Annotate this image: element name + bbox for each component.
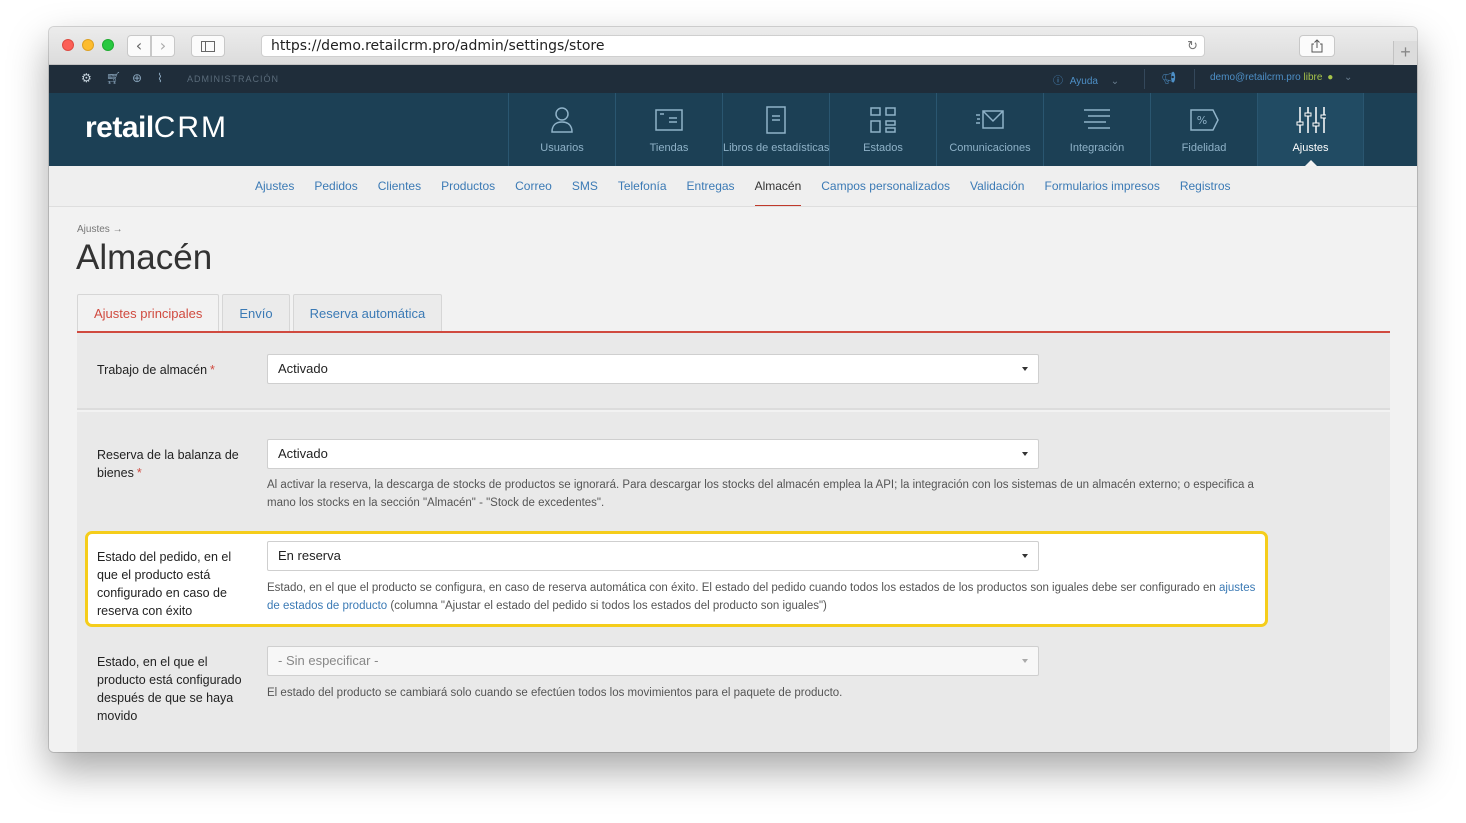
user-account-menu[interactable]: demo@retailcrm.pro libre ● ⌄ <box>1210 72 1352 83</box>
warehouse-select[interactable]: Activado <box>267 354 1039 384</box>
module-tiendas[interactable]: Tiendas <box>615 93 722 166</box>
url-text: https://demo.retailcrm.pro/admin/setting… <box>271 38 605 54</box>
close-window-button[interactable] <box>62 39 74 51</box>
page-title: Almacén <box>76 238 213 277</box>
submenu-entregas[interactable]: Entregas <box>687 166 735 207</box>
chart-icon[interactable]: ⌇ <box>157 71 163 85</box>
zoom-window-button[interactable] <box>102 39 114 51</box>
admin-section-label: ADMINISTRACIÓN <box>187 74 280 84</box>
module-integracion[interactable]: Integración <box>1043 93 1150 166</box>
breadcrumb[interactable]: Ajustes → <box>77 224 123 235</box>
share-button[interactable] <box>1299 35 1335 57</box>
address-bar[interactable]: https://demo.retailcrm.pro/admin/setting… <box>261 35 1205 57</box>
module-comunicaciones[interactable]: Comunicaciones <box>936 93 1043 166</box>
caret-down-icon <box>1022 367 1028 371</box>
page-content: Ajustes → Almacén Ajustes principales En… <box>49 208 1417 752</box>
divider <box>1194 69 1195 89</box>
new-tab-button[interactable]: + <box>1393 41 1417 65</box>
minimize-window-button[interactable] <box>82 39 94 51</box>
submenu-registros[interactable]: Registros <box>1180 166 1231 207</box>
admin-bar: ⚙ 🛒︎ ⊕ ⌇ ADMINISTRACIÓN ⓘ Ayuda ⌄ 📢︎ dem… <box>49 65 1417 93</box>
reserve-select[interactable]: Activado <box>267 439 1039 469</box>
chevron-right-icon: › <box>159 36 167 55</box>
retailcrm-logo[interactable]: retailCRM <box>85 111 228 145</box>
mail-icon <box>976 110 1004 129</box>
store-icon <box>655 109 683 131</box>
chevron-left-icon: ‹ <box>135 36 143 55</box>
tab-envio[interactable]: Envío <box>222 294 290 332</box>
tab-ajustes-principales[interactable]: Ajustes principales <box>77 294 220 332</box>
order-status-label: Estado del pedido, en el que el producto… <box>97 550 232 618</box>
submenu-almacen[interactable]: Almacén <box>754 166 801 207</box>
reserve-panel: Reserva de la balanza de bienes * Activad… <box>77 412 1390 752</box>
user-icon <box>551 107 573 133</box>
order-status-help-text: Estado, en el que el producto se configu… <box>267 582 1256 612</box>
help-link[interactable]: ⓘ Ayuda ⌄ <box>1053 72 1119 87</box>
statuses-icon <box>870 107 896 133</box>
main-header: retailCRM Usuarios Tiendas Libros de est… <box>49 93 1417 166</box>
caret-down-icon <box>1022 452 1028 456</box>
moved-status-select[interactable]: - Sin especificar - <box>267 646 1039 676</box>
caret-down-icon <box>1022 554 1028 558</box>
submenu-pedidos[interactable]: Pedidos <box>314 166 357 207</box>
forward-button[interactable]: › <box>151 35 175 57</box>
module-fidelidad[interactable]: % Fidelidad <box>1150 93 1257 166</box>
settings-submenu: Ajustes Pedidos Clientes Productos Corre… <box>49 166 1417 207</box>
submenu-validacion[interactable]: Validación <box>970 166 1024 207</box>
online-status-dot: ● <box>1327 72 1334 83</box>
module-estados[interactable]: Estados <box>829 93 936 166</box>
reserve-help-text: Al activar la reserva, la descarga de st… <box>267 479 1254 509</box>
divider <box>1144 69 1145 89</box>
chevron-down-icon: ⌄ <box>1344 72 1353 83</box>
submenu-correo[interactable]: Correo <box>515 166 552 207</box>
module-libros-de-estadisticas[interactable]: Libros de estadísticas <box>722 93 829 166</box>
browser-window: ‹ › https://demo.retailcrm.pro/admin/set… <box>49 27 1417 752</box>
reload-icon[interactable]: ↻ <box>1187 36 1198 57</box>
module-nav: Usuarios Tiendas Libros de estadísticas … <box>508 93 1364 166</box>
warehouse-label: Trabajo de almacén * <box>97 363 215 377</box>
module-usuarios[interactable]: Usuarios <box>508 93 615 166</box>
warehouse-panel: Trabajo de almacén * Activado <box>77 333 1390 410</box>
question-icon: ⓘ <box>1053 76 1063 87</box>
submenu-telefonia[interactable]: Telefonía <box>618 166 667 207</box>
loyalty-icon: % <box>1190 109 1219 131</box>
submenu-productos[interactable]: Productos <box>441 166 495 207</box>
sidebar-icon <box>201 41 215 52</box>
book-icon <box>766 106 786 134</box>
submenu-clientes[interactable]: Clientes <box>378 166 421 207</box>
megaphone-icon[interactable]: 📢︎ <box>1161 71 1176 85</box>
back-button[interactable]: ‹ <box>127 35 151 57</box>
moved-status-label: Estado, en el que el producto está confi… <box>97 655 242 723</box>
submenu-formularios-impresos[interactable]: Formularios impresos <box>1044 166 1159 207</box>
sidebar-toggle-button[interactable] <box>191 35 225 57</box>
svg-text:%: % <box>1197 114 1207 127</box>
share-icon <box>1311 39 1323 53</box>
order-status-select[interactable]: En reserva <box>267 541 1039 571</box>
submenu-sms[interactable]: SMS <box>572 166 598 207</box>
settings-tabs: Ajustes principales Envío Reserva automá… <box>77 294 445 332</box>
caret-down-icon <box>1022 659 1028 663</box>
browser-toolbar: ‹ › https://demo.retailcrm.pro/admin/set… <box>49 27 1417 135</box>
submenu-campos-personalizados[interactable]: Campos personalizados <box>821 166 950 207</box>
module-ajustes[interactable]: Ajustes <box>1257 93 1364 166</box>
lifebuoy-icon[interactable]: ⊕ <box>132 71 142 85</box>
moved-status-help-text: El estado del producto se cambiará solo … <box>267 687 843 699</box>
integration-icon <box>1084 109 1110 129</box>
reserve-label: Reserva de la balanza de bienes * <box>97 448 239 480</box>
cart-icon[interactable]: 🛒︎ <box>106 71 121 85</box>
chevron-down-icon: ⌄ <box>1110 76 1120 87</box>
gear-icon[interactable]: ⚙ <box>81 71 92 85</box>
submenu-ajustes[interactable]: Ajustes <box>255 166 294 207</box>
tab-reserva-automatica[interactable]: Reserva automática <box>292 294 443 332</box>
settings-sliders-icon <box>1296 107 1326 133</box>
